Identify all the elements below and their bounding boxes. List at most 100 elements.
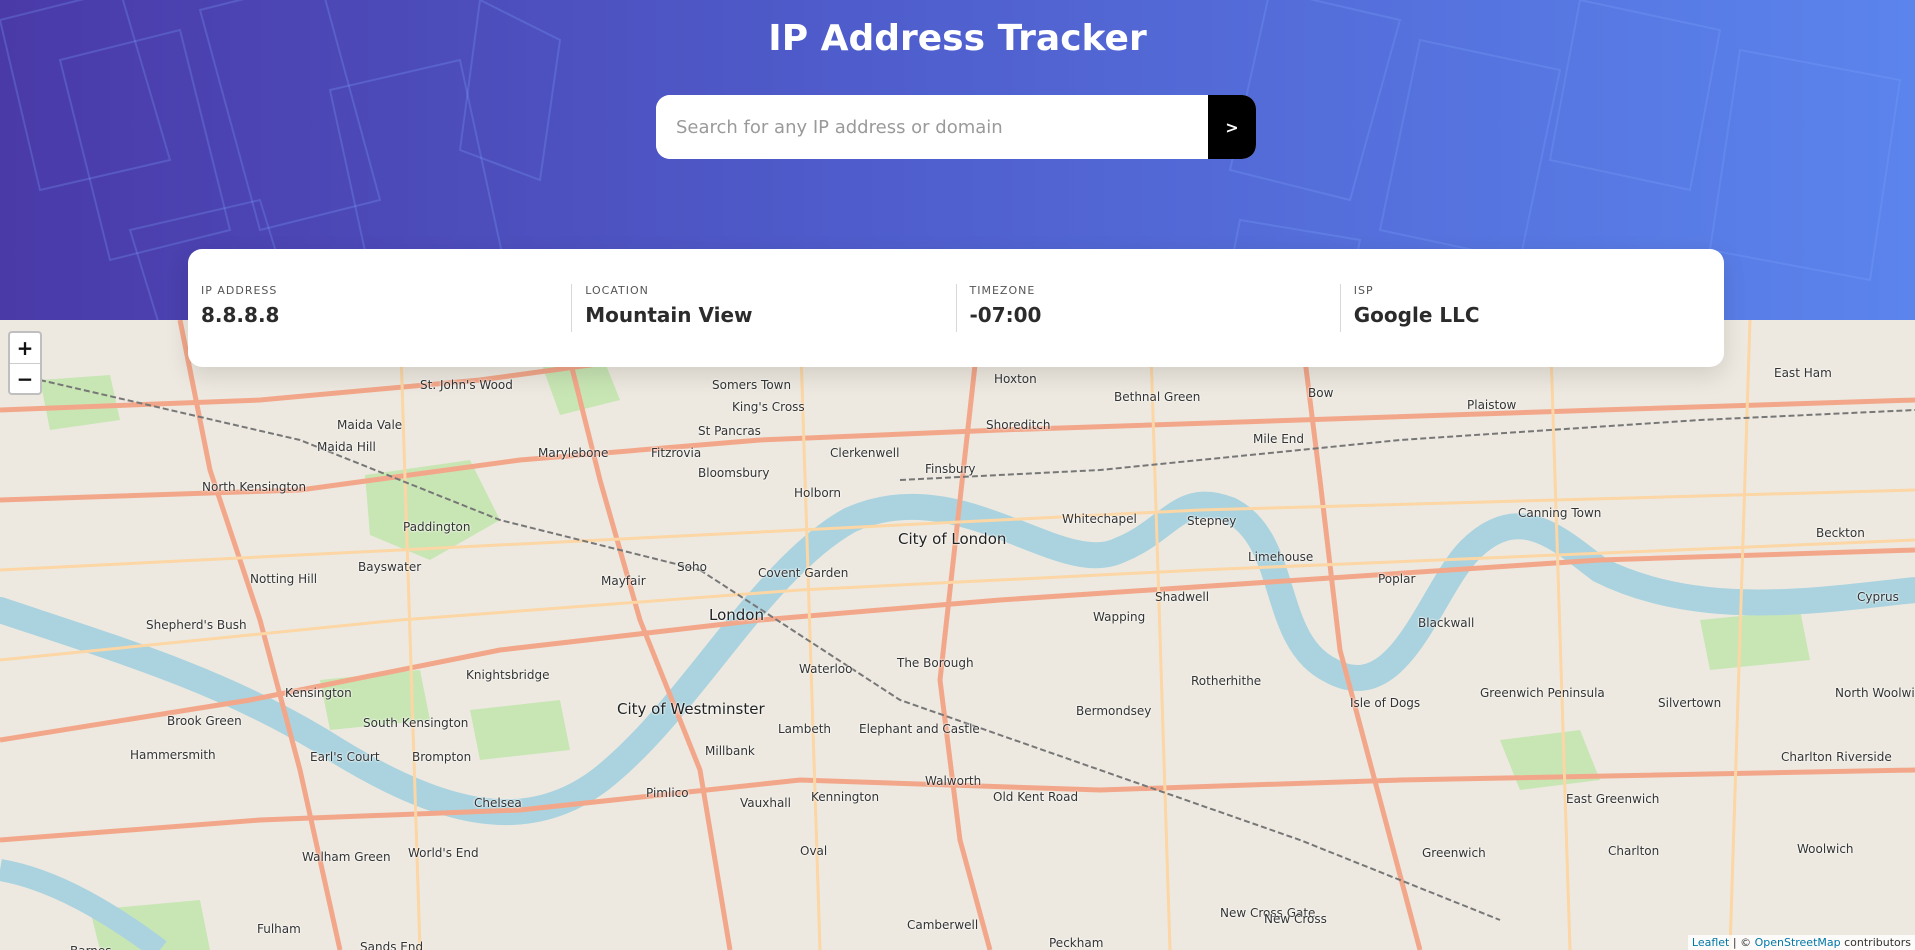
map-place-label: Fitzrovia	[651, 446, 702, 460]
map-place-label: Millbank	[705, 744, 755, 758]
map-place-label: Limehouse	[1248, 550, 1314, 564]
location-label: LOCATION	[585, 284, 649, 297]
map-place-label: Mile End	[1253, 432, 1305, 446]
map-place-label: Chelsea	[474, 796, 522, 810]
map-attribution: Leaflet | © OpenStreetMap contributors	[1687, 935, 1915, 950]
map-place-label: Marylebone	[538, 446, 609, 460]
map-place-label: Holborn	[794, 486, 841, 500]
map-place-label: Isle of Dogs	[1350, 696, 1421, 710]
map-place-label: Charlton Riverside	[1781, 750, 1892, 764]
map-place-label: Elephant and Castle	[859, 722, 980, 736]
map-place-label: Vauxhall	[740, 796, 791, 810]
map-place-label: St Pancras	[698, 424, 761, 438]
map-view[interactable]: St. John's Wood Somers Town Hoxton Bethnal …	[0, 320, 1915, 950]
map-place-label: Bloomsbury	[698, 466, 770, 480]
map-place-label: Brompton	[412, 750, 472, 764]
map-place-label: The Borough	[897, 656, 974, 670]
map-place-label: North Woolwich	[1835, 686, 1915, 700]
search-bar: >	[656, 95, 1256, 159]
map-place-label: Bethnal Green	[1114, 390, 1201, 404]
map-place-label: Knightsbridge	[466, 668, 550, 682]
map-place-label: Paddington	[403, 520, 471, 534]
map-place-label: Mayfair	[601, 574, 646, 588]
map-place-label: Greenwich Peninsula	[1480, 686, 1605, 700]
map-place-label: Silvertown	[1658, 696, 1722, 710]
map-place-label: Bermondsey	[1076, 704, 1152, 718]
submit-button[interactable]: >	[1208, 95, 1256, 159]
map-place-label: Old Kent Road	[993, 790, 1079, 804]
map-place-label: Bayswater	[358, 560, 422, 574]
map-place-label: World's End	[408, 846, 479, 860]
timezone-value: -07:00	[969, 303, 1042, 327]
map-place-label: Sands End	[360, 940, 424, 950]
ip-address-block: IP ADDRESS 8.8.8.8	[188, 284, 571, 332]
map-place-label: Whitechapel	[1062, 512, 1137, 526]
map-place-label: Notting Hill	[250, 572, 318, 586]
attribution-tail: contributors	[1840, 936, 1911, 949]
map-place-label: Finsbury	[925, 462, 976, 476]
page-title: IP Address Tracker	[768, 18, 1147, 59]
map-place-label: Poplar	[1378, 572, 1416, 586]
map-place-label: Pimlico	[646, 786, 689, 800]
zoom-out-button[interactable]: −	[10, 364, 40, 394]
map-place-label: Covent Garden	[758, 566, 849, 580]
map-place-label: Clerkenwell	[830, 446, 900, 460]
map-place-label: Kensington	[285, 686, 352, 700]
map-place-label: New Cross	[1264, 912, 1327, 926]
map-place-label: Beckton	[1816, 526, 1865, 540]
map-place-label: Blackwall	[1418, 616, 1475, 630]
map-place-label: Waterloo	[799, 662, 853, 676]
location-value: Mountain View	[585, 303, 753, 327]
map-place-label: Woolwich	[1797, 842, 1854, 856]
map-place-label: South Kensington	[363, 716, 469, 730]
zoom-in-button[interactable]: +	[10, 333, 40, 364]
map-place-label: Somers Town	[712, 378, 792, 392]
ip-address-value: 8.8.8.8	[201, 303, 280, 327]
map-place-label: East Ham	[1774, 366, 1832, 380]
map-place-label: City of London	[898, 530, 1007, 548]
map-place-label: Earl's Court	[310, 750, 380, 764]
chevron-right-icon: >	[1225, 117, 1239, 137]
map-place-label: Greenwich	[1422, 846, 1486, 860]
map-place-label: Shoreditch	[986, 418, 1051, 432]
zoom-control: + −	[8, 331, 42, 395]
map-place-label: Stepney	[1187, 514, 1237, 528]
ip-address-label: IP ADDRESS	[201, 284, 278, 297]
isp-block: ISP Google LLC	[1339, 284, 1724, 332]
map-place-label: Kennington	[811, 790, 880, 804]
map-place-label: Charlton	[1608, 844, 1660, 858]
map-place-label: Wapping	[1093, 610, 1146, 624]
map-place-label: London	[709, 606, 764, 624]
location-block: LOCATION Mountain View	[571, 284, 955, 332]
map-place-label: Rotherhithe	[1191, 674, 1262, 688]
map-place-label: Canning Town	[1518, 506, 1602, 520]
leaflet-link[interactable]: Leaflet	[1692, 936, 1729, 949]
isp-label: ISP	[1353, 284, 1374, 297]
map-place-label: St. John's Wood	[420, 378, 513, 392]
map-place-label: Camberwell	[907, 918, 979, 932]
map-place-label: Cyprus	[1857, 590, 1899, 604]
map-place-label: North Kensington	[202, 480, 307, 494]
map-place-label: City of Westminster	[617, 700, 765, 718]
map-place-label: Hoxton	[994, 372, 1037, 386]
search-input[interactable]	[656, 95, 1208, 159]
map-place-label: Walworth	[925, 774, 982, 788]
map-place-label: Maida Vale	[337, 418, 403, 432]
map-place-label: Brook Green	[167, 714, 242, 728]
osm-link[interactable]: OpenStreetMap	[1755, 936, 1841, 949]
map-place-label: King's Cross	[732, 400, 805, 414]
map-place-label: Lambeth	[778, 722, 832, 736]
map-place-label: Peckham	[1049, 936, 1104, 950]
map-place-label: Shadwell	[1155, 590, 1210, 604]
map-place-label: Soho	[677, 560, 707, 574]
map-place-label: Fulham	[257, 922, 301, 936]
timezone-label: TIMEZONE	[969, 284, 1036, 297]
map-place-label: Hammersmith	[130, 748, 216, 762]
map-place-label: Shepherd's Bush	[146, 618, 247, 632]
map-place-label: Bow	[1308, 386, 1334, 400]
map-place-label: Maida Hill	[317, 440, 376, 454]
map-place-label: Plaistow	[1467, 398, 1517, 412]
map-place-label: Oval	[800, 844, 828, 858]
ip-info-card: IP ADDRESS 8.8.8.8 LOCATION Mountain Vie…	[188, 249, 1724, 367]
attribution-separator: | ©	[1729, 936, 1755, 949]
